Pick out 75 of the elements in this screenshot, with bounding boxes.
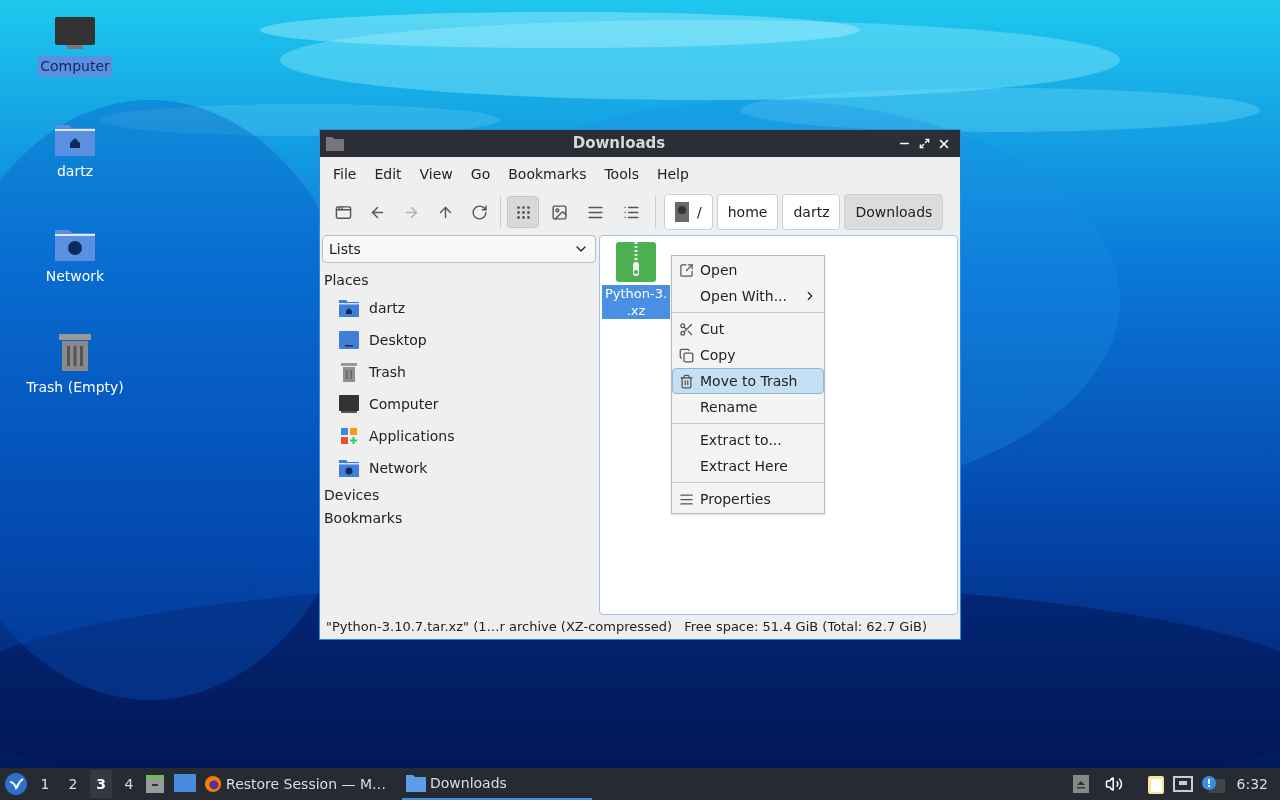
menu-item[interactable]: Tools xyxy=(595,163,648,185)
menu-item[interactable]: Help xyxy=(647,163,698,185)
archive-icon xyxy=(616,242,656,282)
section-header[interactable]: Devices xyxy=(322,484,596,507)
path-button[interactable]: Downloads xyxy=(844,194,944,230)
context-menu-item[interactable]: Extract to... xyxy=(672,427,824,453)
section-header[interactable]: Places xyxy=(322,269,596,292)
start-menu-icon[interactable] xyxy=(4,772,28,796)
network-icon[interactable] xyxy=(1172,775,1193,793)
workspace-button[interactable]: 2 xyxy=(62,770,84,798)
file-name: Python-3. .xz xyxy=(602,285,670,319)
context-menu-item[interactable]: Rename xyxy=(672,394,824,420)
properties-icon xyxy=(679,491,694,507)
place-item[interactable]: Computer xyxy=(322,388,596,420)
menu-item[interactable]: Go xyxy=(461,163,500,185)
free-space-text: Free space: 51.4 GiB (Total: 62.7 GiB) xyxy=(684,618,928,637)
desktop-icon-label[interactable]: dartz xyxy=(54,161,96,182)
applications-icon xyxy=(340,427,358,445)
clipboard-icon[interactable] xyxy=(1146,774,1165,794)
drive-icon xyxy=(675,202,689,222)
section-header[interactable]: Bookmarks xyxy=(322,507,596,530)
desktop-icon-label[interactable]: Computer xyxy=(38,56,112,77)
workspace-button[interactable]: 1 xyxy=(34,770,56,798)
place-item[interactable]: Desktop xyxy=(322,324,596,356)
workspace-button[interactable]: 3 xyxy=(90,770,112,798)
place-item[interactable]: Trash xyxy=(322,356,596,388)
path-button[interactable]: dartz xyxy=(782,194,841,230)
eject-icon[interactable] xyxy=(1072,775,1089,793)
menu-item[interactable]: File xyxy=(324,163,366,185)
monitor-icon xyxy=(54,16,96,52)
window-title: Downloads xyxy=(571,133,667,155)
trash-icon xyxy=(339,362,359,382)
clock: 6:32 xyxy=(1236,774,1268,794)
folder-icon xyxy=(406,774,426,792)
new-window-icon xyxy=(334,203,352,221)
status-text: "Python-3.10.7.tar.xz" (1…r archive (XZ-compressed) xyxy=(326,618,673,637)
desktop-icon-label[interactable]: Trash (Empty) xyxy=(24,377,126,398)
context-menu-item[interactable]: Move to Trash xyxy=(672,368,824,394)
side-pane-dropdown[interactable]: Lists xyxy=(322,235,596,263)
place-item[interactable]: Applications xyxy=(322,420,596,452)
menu-item[interactable]: Bookmarks xyxy=(499,163,596,185)
view-mode-button[interactable] xyxy=(507,196,539,228)
task-button[interactable]: Restore Session — M… xyxy=(200,768,390,800)
open-icon xyxy=(679,262,694,278)
file-cabinet-icon[interactable] xyxy=(144,773,166,795)
context-menu-item[interactable]: Properties xyxy=(672,486,824,512)
desktop-icon[interactable] xyxy=(174,774,196,794)
trash-icon xyxy=(679,373,694,389)
image-icon xyxy=(550,203,568,221)
desktop-icon xyxy=(339,331,359,349)
context-menu-item[interactable]: Copy xyxy=(672,342,824,368)
maximize-icon xyxy=(918,138,930,149)
menu-item[interactable]: View xyxy=(410,163,462,185)
volume-icon[interactable] xyxy=(1104,775,1123,793)
menu-item[interactable]: Edit xyxy=(365,163,411,185)
place-item[interactable]: Network xyxy=(322,452,596,484)
context-menu-item[interactable]: Open xyxy=(672,257,824,283)
copy-icon xyxy=(679,347,694,363)
notification-icon[interactable] xyxy=(1200,775,1225,793)
grid-icon xyxy=(514,203,532,221)
path-button[interactable]: home xyxy=(716,194,779,230)
context-menu-item[interactable]: Open With... xyxy=(672,283,824,309)
path-button[interactable]: / xyxy=(664,194,713,230)
browser-icon xyxy=(204,774,223,794)
context-menu-item[interactable]: Cut xyxy=(672,316,824,342)
workspace-button[interactable]: 4 xyxy=(118,770,140,798)
scissors-icon xyxy=(679,321,694,337)
place-item[interactable]: dartz xyxy=(322,292,596,324)
network-folder-icon xyxy=(339,459,359,477)
monitor-icon xyxy=(339,395,359,413)
task-button[interactable]: Downloads xyxy=(402,768,592,800)
desktop-icon-label[interactable]: Network xyxy=(43,266,107,287)
home-folder-icon xyxy=(339,299,359,317)
context-menu-item[interactable]: Extract Here xyxy=(672,453,824,479)
reload-icon xyxy=(470,203,488,221)
